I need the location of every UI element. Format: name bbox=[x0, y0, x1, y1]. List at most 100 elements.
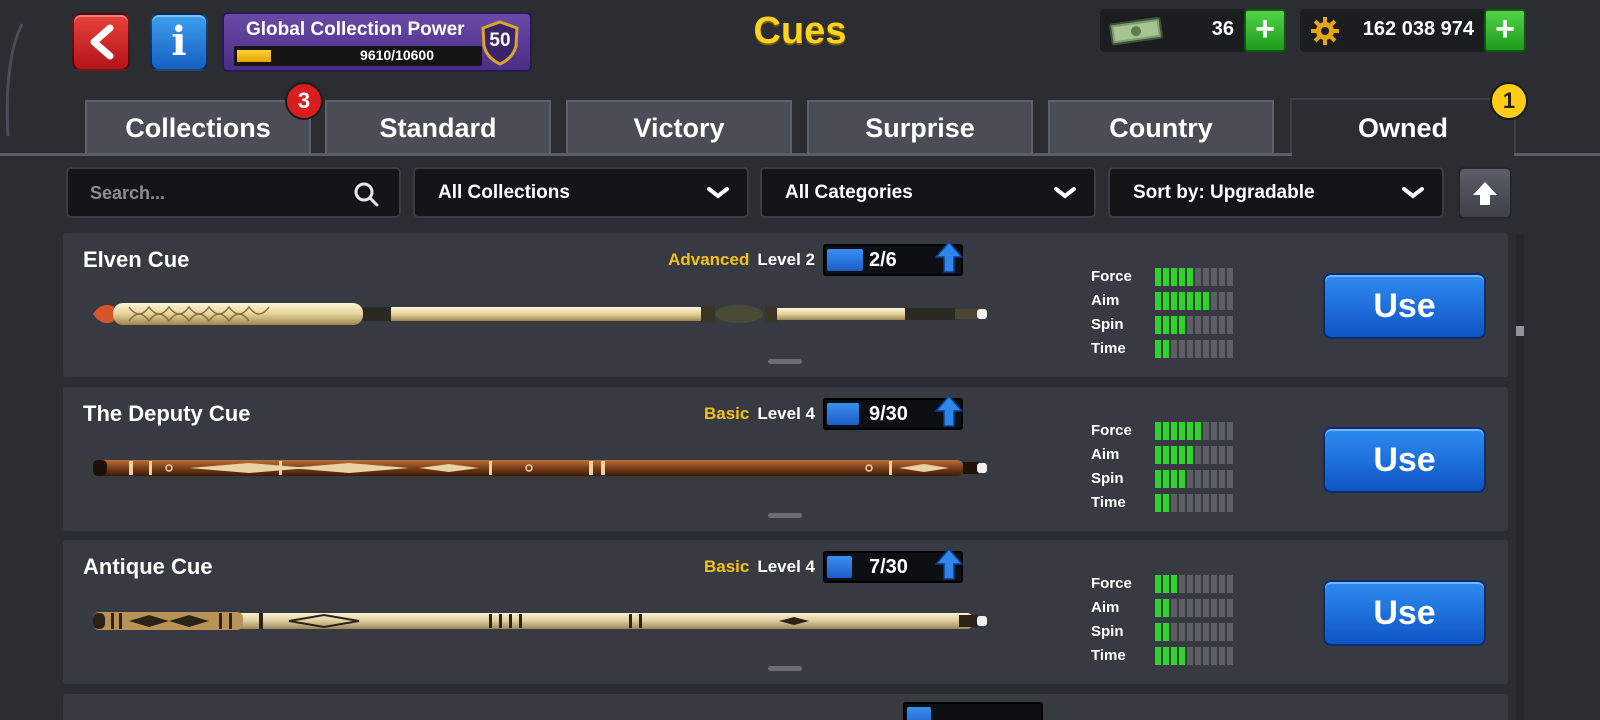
scrollbar-track[interactable] bbox=[1516, 234, 1524, 720]
cue-tier: Basic bbox=[703, 557, 750, 576]
cue-name: The Deputy Cue bbox=[83, 401, 251, 426]
stat-segment bbox=[1211, 575, 1217, 593]
stat-segment bbox=[1203, 268, 1209, 286]
upgrade-arrow-icon bbox=[935, 240, 963, 273]
cue-stats: Force Aim Spin Time bbox=[1091, 572, 1311, 668]
stat-segment bbox=[1187, 470, 1193, 488]
upgrade-progress-text: 2/6 bbox=[869, 249, 897, 271]
antique-cue-image bbox=[93, 612, 987, 630]
stat-segment bbox=[1195, 446, 1201, 464]
search-placeholder: Search... bbox=[90, 183, 166, 203]
cue-level: Level 4 bbox=[757, 404, 815, 423]
collection-power-label: Global Collection Power bbox=[246, 19, 465, 40]
tab-collections[interactable]: Collections bbox=[85, 100, 311, 154]
cue-card-partial bbox=[63, 694, 1508, 720]
deputy-cue-image bbox=[93, 460, 987, 476]
stat-segment bbox=[1227, 340, 1233, 358]
expand-handle[interactable] bbox=[768, 359, 802, 364]
use-button[interactable]: Use bbox=[1323, 427, 1486, 493]
stat-segment bbox=[1171, 340, 1177, 358]
top-bar: i Global Collection Power 9610/10600 50 … bbox=[0, 0, 1600, 92]
stat-segment bbox=[1219, 340, 1225, 358]
stat-segment bbox=[1219, 647, 1225, 665]
stat-segment bbox=[1227, 316, 1233, 334]
cue-tier: Advanced bbox=[668, 250, 750, 269]
expand-handle[interactable] bbox=[768, 666, 802, 671]
category-filter-dropdown[interactable]: All Categories bbox=[760, 167, 1096, 218]
stat-segment bbox=[1163, 623, 1169, 641]
upgrade-progress[interactable]: 7/30 bbox=[823, 547, 963, 583]
collections-notification-badge: 3 bbox=[285, 82, 323, 120]
tab-surprise[interactable]: Surprise bbox=[807, 100, 1033, 154]
stat-segment bbox=[1219, 446, 1225, 464]
add-cash-button[interactable]: + bbox=[1244, 9, 1286, 52]
stat-segment bbox=[1179, 268, 1185, 286]
use-button[interactable]: Use bbox=[1323, 580, 1486, 646]
use-button[interactable]: Use bbox=[1323, 273, 1486, 339]
expand-handle[interactable] bbox=[768, 513, 802, 518]
stat-segment bbox=[1179, 422, 1185, 440]
stat-segment bbox=[1211, 470, 1217, 488]
force-label: Force bbox=[1091, 575, 1132, 592]
cue-card: Antique Cue Basic Level 4 7/30 Force Aim… bbox=[63, 540, 1508, 684]
tab-victory[interactable]: Victory bbox=[566, 100, 792, 154]
spin-stat-bar bbox=[1155, 470, 1233, 488]
upgrade-arrow-icon bbox=[935, 547, 963, 580]
aim-stat-bar bbox=[1155, 292, 1233, 310]
stat-segment bbox=[1195, 494, 1201, 512]
sort-dropdown[interactable]: Sort by: Upgradable bbox=[1108, 167, 1444, 218]
info-button[interactable]: i bbox=[150, 13, 208, 71]
stat-segment bbox=[1171, 470, 1177, 488]
time-label: Time bbox=[1091, 340, 1126, 357]
stat-segment bbox=[1155, 268, 1161, 286]
upgrade-progress[interactable]: 9/30 bbox=[823, 394, 963, 430]
time-label: Time bbox=[1091, 647, 1126, 664]
scrollbar-thumb[interactable] bbox=[1516, 326, 1524, 336]
tab-owned[interactable]: Owned bbox=[1290, 98, 1516, 156]
stat-segment bbox=[1187, 494, 1193, 512]
cue-level: Level 2 bbox=[757, 250, 815, 269]
chevron-down-icon bbox=[1054, 187, 1076, 199]
stat-segment bbox=[1227, 470, 1233, 488]
stat-segment bbox=[1187, 316, 1193, 334]
search-field[interactable]: Search... bbox=[66, 167, 401, 218]
stat-segment bbox=[1227, 494, 1233, 512]
cash-amount: 36 bbox=[1211, 18, 1234, 40]
force-label: Force bbox=[1091, 268, 1132, 285]
stat-segment bbox=[1179, 316, 1185, 334]
stat-segment bbox=[1203, 623, 1209, 641]
cue-stats: Force Aim Spin Time bbox=[1091, 265, 1311, 361]
upgrade-progress-text: 7/30 bbox=[869, 556, 908, 578]
upgrade-progress[interactable]: 2/6 bbox=[823, 240, 963, 276]
coin-counter: 162 038 974 + bbox=[1300, 9, 1526, 52]
stat-segment bbox=[1195, 623, 1201, 641]
stat-segment bbox=[1163, 494, 1169, 512]
global-collection-power[interactable]: Global Collection Power 9610/10600 50 bbox=[222, 12, 532, 72]
stat-segment bbox=[1171, 575, 1177, 593]
stat-segment bbox=[1155, 623, 1161, 641]
stat-segment bbox=[1171, 292, 1177, 310]
add-coins-button[interactable]: + bbox=[1484, 9, 1526, 52]
stat-segment bbox=[1187, 340, 1193, 358]
collection-filter-dropdown[interactable]: All Collections bbox=[413, 167, 749, 218]
tab-standard[interactable]: Standard bbox=[325, 100, 551, 154]
stat-segment bbox=[1203, 575, 1209, 593]
force-stat-bar bbox=[1155, 422, 1233, 440]
upgrade-progress-text: 9/30 bbox=[869, 403, 908, 425]
stat-segment bbox=[1195, 316, 1201, 334]
stat-segment bbox=[1195, 422, 1201, 440]
stat-segment bbox=[1163, 599, 1169, 617]
stat-segment bbox=[1211, 647, 1217, 665]
stat-segment bbox=[1163, 422, 1169, 440]
sort-direction-button[interactable] bbox=[1458, 167, 1512, 219]
cue-name: Elven Cue bbox=[83, 247, 190, 272]
arrow-up-icon bbox=[1473, 182, 1497, 205]
stat-segment bbox=[1187, 292, 1193, 310]
stat-segment bbox=[1179, 599, 1185, 617]
stat-segment bbox=[1179, 340, 1185, 358]
upgrade-progress[interactable] bbox=[903, 702, 1043, 720]
back-button[interactable] bbox=[72, 13, 130, 71]
force-stat-bar bbox=[1155, 575, 1233, 593]
tab-country[interactable]: Country bbox=[1048, 100, 1274, 154]
stat-segment bbox=[1227, 422, 1233, 440]
